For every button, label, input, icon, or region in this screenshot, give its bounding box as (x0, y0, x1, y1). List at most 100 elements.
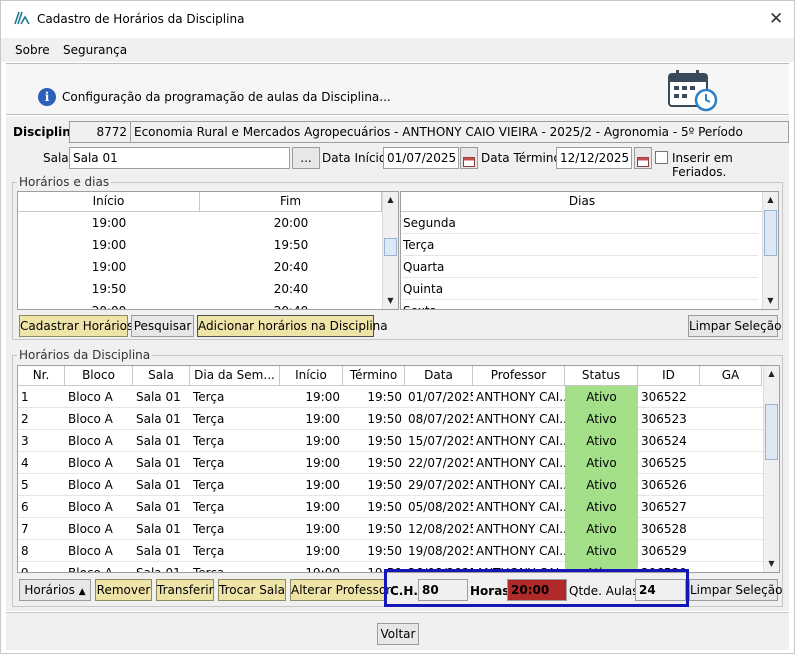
transferir-button[interactable]: Transferir (156, 579, 214, 601)
scroll-up-icon[interactable]: ▲ (383, 192, 398, 208)
menu-seguranca[interactable]: Segurança (63, 43, 127, 57)
table-cell: 306525 (641, 456, 687, 470)
horario-row[interactable]: 19:00 20:00 (18, 212, 382, 234)
table-row[interactable]: 4 Bloco A Sala 01 Terça 19:00 19:50 22/07/2025… (18, 452, 763, 474)
table-cell (700, 408, 762, 430)
table-row[interactable]: 5 Bloco A Sala 01 Terça 19:00 19:50 29/07/2025… (18, 474, 763, 496)
col-header[interactable]: Data (405, 366, 473, 386)
cadastrar-horarios-button[interactable]: Cadastrar Horários (19, 315, 133, 337)
table-cell: 08/07/2025 (408, 412, 473, 426)
table-cell: 2 (21, 412, 29, 426)
scroll-thumb[interactable] (765, 404, 778, 460)
scroll-down-icon[interactable]: ▼ (383, 293, 398, 309)
dia-item[interactable]: Terça (403, 234, 758, 256)
horarios-dropdown-button[interactable]: Horários ▲ (19, 579, 91, 601)
col-header[interactable]: Início (280, 366, 343, 386)
horarios-disciplina-table[interactable]: Nr. Bloco Sala Dia da Sem... Início Término Da… (17, 365, 780, 573)
calendar-picker-inicio-icon[interactable] (460, 147, 478, 169)
table-cell: 19:00 (305, 478, 340, 492)
table-cell: ANTHONY CAI... (476, 500, 565, 514)
table-cell: ANTHONY CAI... (476, 412, 565, 426)
remover-button[interactable]: Remover (95, 579, 152, 601)
scroll-down-icon[interactable]: ▼ (763, 293, 778, 309)
col-header[interactable]: Término (343, 366, 405, 386)
pesquisar-button[interactable]: Pesquisar (131, 315, 194, 337)
col-header[interactable]: Dia da Sem... (190, 366, 280, 386)
table-cell: 19:00 (305, 390, 340, 404)
table-cell: Sala 01 (136, 566, 181, 573)
table-row[interactable]: 8 Bloco A Sala 01 Terça 19:00 19:50 19/08/2025… (18, 540, 763, 562)
scroll-up-icon[interactable]: ▲ (763, 192, 778, 208)
table-cell: Bloco A (68, 544, 113, 558)
sala-input[interactable]: Sala 01 (69, 147, 290, 169)
calendar-picker-termino-icon[interactable] (634, 147, 652, 169)
dias-scrollbar[interactable]: ▲ ▼ (762, 192, 778, 309)
adicionar-horarios-button[interactable]: Adicionar horários na Disciplina (197, 315, 388, 337)
col-header[interactable]: Nr. (18, 366, 65, 386)
col-header[interactable]: Sala (133, 366, 190, 386)
horarios-grid[interactable]: Início Fim 19:00 20:00 19:00 19:50 19:00 20:4… (17, 191, 399, 310)
table-cell: 19/08/2025 (408, 544, 473, 558)
col-fim-header[interactable]: Fim (200, 192, 382, 212)
limpar-selecao-horarios-button[interactable]: Limpar Seleção (688, 315, 781, 337)
table-row[interactable]: 7 Bloco A Sala 01 Terça 19:00 19:50 12/08/2025… (18, 518, 763, 540)
alterar-professor-button[interactable]: Alterar Professor (290, 579, 391, 601)
col-header[interactable]: Professor (473, 366, 565, 386)
table-cell: Ativo (565, 452, 638, 474)
table-cell: 306526 (641, 478, 687, 492)
col-header[interactable]: Status (565, 366, 638, 386)
table-cell: ANTHONY CAI... (476, 522, 565, 536)
table-cell (700, 540, 762, 562)
feriados-checkbox[interactable] (655, 151, 668, 164)
data-inicio-input[interactable]: 01/07/2025 (383, 147, 459, 169)
table-scrollbar[interactable]: ▲ ▼ (763, 366, 779, 572)
horarios-scrollbar[interactable]: ▲ ▼ (382, 192, 398, 309)
scroll-thumb[interactable] (764, 210, 777, 256)
voltar-button[interactable]: Voltar (377, 623, 419, 645)
table-cell: 19:00 (305, 412, 340, 426)
data-termino-input[interactable]: 12/12/2025 (556, 147, 632, 169)
table-cell: Ativo (565, 408, 638, 430)
dia-item[interactable]: Quinta (403, 278, 758, 300)
col-header[interactable]: GA (700, 366, 762, 386)
limpar-selecao-disciplina-button[interactable]: Limpar Seleção (689, 579, 782, 601)
col-header[interactable]: Bloco (65, 366, 133, 386)
table-cell: 306524 (641, 434, 687, 448)
horario-row[interactable]: 19:50 20:40 (18, 278, 382, 300)
table-cell: Ativo (565, 474, 638, 496)
col-dias-header[interactable]: Dias (401, 192, 764, 212)
dia-item[interactable]: Segunda (403, 212, 758, 234)
dias-grid[interactable]: Dias SegundaTerçaQuartaQuintaSexta ▲ ▼ (400, 191, 779, 310)
close-icon[interactable]: ✕ (769, 9, 783, 29)
scroll-up-icon[interactable]: ▲ (764, 366, 779, 382)
table-cell (700, 496, 762, 518)
table-cell: Bloco A (68, 412, 113, 426)
trocar-sala-button[interactable]: Trocar Sala (218, 579, 286, 601)
table-cell: 22/07/2025 (408, 456, 473, 470)
dia-item[interactable]: Sexta (403, 300, 758, 309)
table-cell: 01/07/2025 (408, 390, 473, 404)
scroll-down-icon[interactable]: ▼ (764, 556, 779, 572)
caret-up-icon: ▲ (78, 587, 86, 597)
table-cell: 05/08/2025 (408, 500, 473, 514)
col-header[interactable]: ID (638, 366, 700, 386)
table-row[interactable]: 1 Bloco A Sala 01 Terça 19:00 19:50 01/07/2025… (18, 386, 763, 408)
col-inicio-header[interactable]: Início (18, 192, 200, 212)
dia-item[interactable]: Quarta (403, 256, 758, 278)
table-cell: 19:50 (367, 544, 402, 558)
horario-row[interactable]: 19:00 19:50 (18, 234, 382, 256)
horario-row[interactable]: 20:0020:40 (18, 300, 382, 309)
scroll-thumb[interactable] (384, 238, 397, 256)
table-row[interactable]: 2 Bloco A Sala 01 Terça 19:00 19:50 08/07/2025… (18, 408, 763, 430)
horario-row[interactable]: 19:00 20:40 (18, 256, 382, 278)
table-row[interactable]: 3 Bloco A Sala 01 Terça 19:00 19:50 15/07/2025… (18, 430, 763, 452)
table-cell: ANTHONY CAI... (476, 456, 565, 470)
menu-sobre[interactable]: Sobre (15, 43, 50, 57)
table-cell: Sala 01 (136, 456, 181, 470)
table-cell: 19:50 (367, 478, 402, 492)
sala-browse-button[interactable]: ... (292, 147, 320, 169)
table-cell: 29/07/2025 (408, 478, 473, 492)
table-row[interactable]: 6 Bloco A Sala 01 Terça 19:00 19:50 05/08/2025… (18, 496, 763, 518)
table-cell: Bloco A (68, 566, 113, 573)
table-cell: ANTHONY CAI... (476, 544, 565, 558)
